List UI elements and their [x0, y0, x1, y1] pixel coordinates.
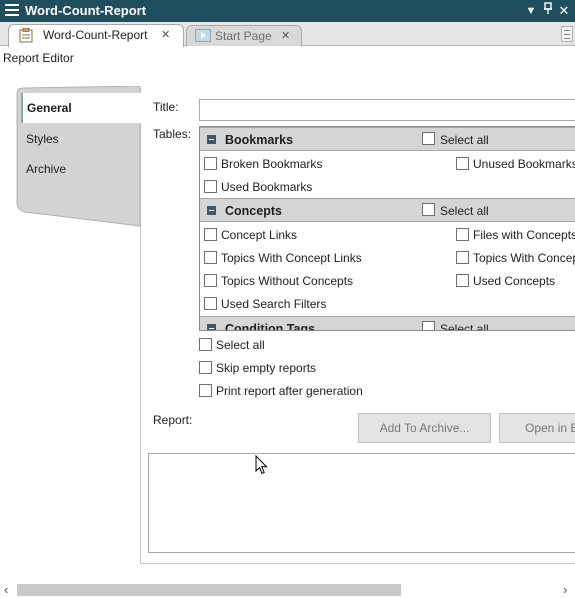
group-name: Concepts [225, 204, 282, 218]
open-in-browser-button[interactable]: Open in Br [499, 413, 575, 443]
option-label: Print report after generation [216, 384, 363, 398]
group-header-bookmarks[interactable]: Bookmarks Select all [200, 127, 575, 151]
select-all-label: Select all [440, 322, 489, 331]
tab-start-page[interactable]: Start Page ✕ [186, 25, 302, 46]
checkbox[interactable] [204, 297, 217, 310]
item-label: Topics Without Concepts [221, 274, 354, 288]
side-tab-archive[interactable]: Archive [26, 162, 66, 176]
window-title: Word-Count-Report [25, 3, 147, 18]
side-tab-general[interactable]: General [21, 93, 155, 123]
document-tab-strip: Word-Count-Report ✕ Start Page ✕ [0, 22, 575, 47]
add-to-archive-button[interactable]: Add To Archive... [358, 413, 491, 443]
checkbox[interactable] [456, 228, 469, 241]
checkbox[interactable] [204, 180, 217, 193]
checkbox[interactable] [199, 384, 212, 397]
item-label: Broken Bookmarks [221, 157, 323, 171]
title-label: Title: [153, 100, 179, 114]
close-icon[interactable]: ✕ [281, 29, 290, 42]
checkbox[interactable] [456, 251, 469, 264]
item-label: Used Search Filters [221, 297, 327, 311]
collapse-icon[interactable] [207, 324, 216, 330]
side-tab-label: General [27, 101, 72, 115]
close-icon[interactable]: ✕ [556, 2, 572, 20]
group-header-condition-tags[interactable]: Condition Tags Select all [200, 316, 575, 331]
checkbox[interactable] [199, 361, 212, 374]
window-titlebar: Word-Count-Report ▼ ✕ [0, 0, 575, 22]
tab-label: Start Page [215, 29, 272, 43]
checkbox[interactable] [204, 228, 217, 241]
content-frame-bottom [140, 563, 575, 564]
side-tab-panel: General Styles Archive [15, 86, 155, 231]
report-label: Report: [153, 413, 193, 427]
select-all-label: Select all [440, 204, 489, 218]
start-page-icon [195, 29, 211, 44]
select-all-checkbox[interactable] [422, 321, 435, 330]
checkbox[interactable] [204, 251, 217, 264]
checkbox[interactable] [456, 157, 469, 170]
item-label: Files with Concepts [473, 228, 575, 242]
group-name: Condition Tags [225, 322, 316, 331]
select-all-checkbox[interactable] [422, 203, 435, 216]
scroll-right-icon[interactable]: › [563, 582, 567, 598]
item-label: Concept Links [221, 228, 298, 242]
checkbox[interactable] [204, 274, 217, 287]
checkbox[interactable] [456, 274, 469, 287]
option-label: Select all [216, 338, 265, 352]
tables-label: Tables: [153, 127, 192, 141]
item-label: Unused Bookmarks [473, 157, 575, 171]
close-icon[interactable]: ✕ [161, 28, 170, 41]
tab-label: Word-Count-Report [43, 28, 148, 42]
item-label: Used Concepts [473, 274, 556, 288]
checkbox[interactable] [204, 157, 217, 170]
tab-list-menu-icon[interactable] [561, 26, 573, 42]
item-label: Topics With Concept L [473, 251, 575, 265]
hamburger-menu-icon[interactable] [5, 4, 19, 18]
select-all-label: Select all [440, 133, 489, 147]
scroll-left-icon[interactable]: ‹ [4, 582, 8, 598]
group-name: Bookmarks [225, 133, 294, 147]
tab-word-count-report[interactable]: Word-Count-Report ✕ [8, 24, 184, 47]
option-label: Skip empty reports [216, 361, 317, 375]
scrollbar-thumb[interactable] [17, 584, 401, 596]
select-all-checkbox[interactable] [422, 132, 435, 145]
item-label: Used Bookmarks [221, 180, 313, 194]
chevron-down-icon[interactable]: ▼ [523, 2, 539, 20]
report-preview-area[interactable] [148, 453, 575, 553]
checkbox[interactable] [199, 338, 212, 351]
collapse-icon[interactable] [207, 206, 216, 215]
side-tab-styles[interactable]: Styles [26, 132, 59, 146]
horizontal-scrollbar[interactable]: ‹ › [0, 582, 575, 598]
tables-list[interactable]: Bookmarks Select all Broken Bookmarks Un… [199, 126, 575, 331]
pin-icon[interactable] [540, 2, 556, 20]
title-input[interactable] [199, 99, 575, 121]
group-header-concepts[interactable]: Concepts Select all [200, 198, 575, 222]
report-editor-label: Report Editor [3, 51, 74, 65]
report-icon [19, 28, 33, 43]
item-label: Topics With Concept Links [221, 251, 362, 265]
mouse-cursor-icon [255, 454, 268, 478]
collapse-icon[interactable] [207, 135, 216, 144]
